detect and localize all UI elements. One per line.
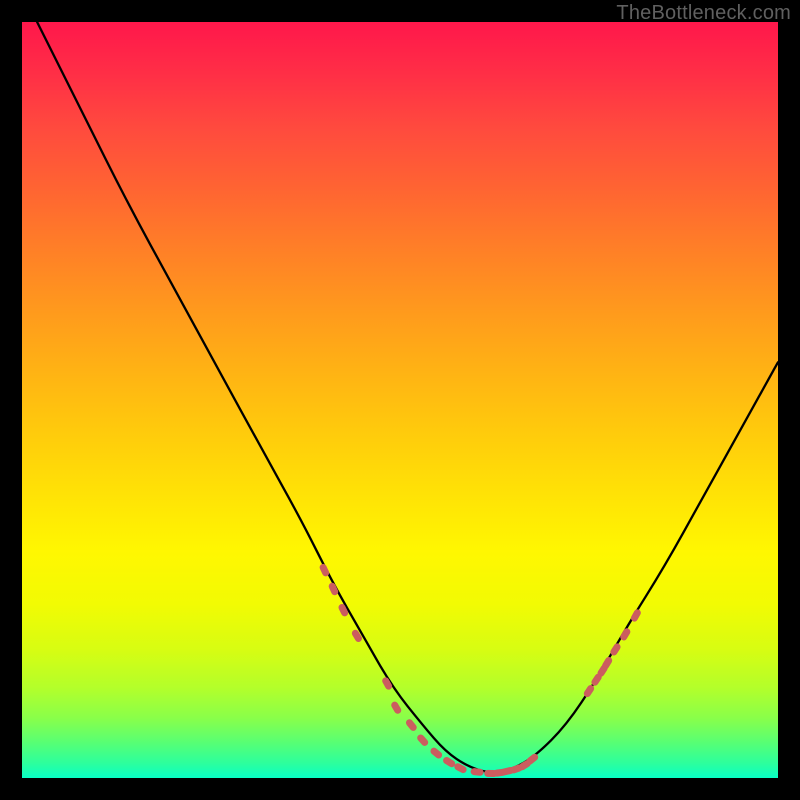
- curve-marker: [416, 733, 430, 747]
- bottleneck-curve-line: [37, 22, 778, 772]
- chart-stage: TheBottleneck.com: [0, 0, 800, 800]
- curve-marker: [390, 700, 403, 715]
- curve-marker: [405, 718, 419, 733]
- curve-marker: [429, 746, 443, 760]
- valley-markers-group: [470, 752, 539, 777]
- curve-marker: [470, 768, 484, 776]
- chart-overlay-svg: [22, 22, 778, 778]
